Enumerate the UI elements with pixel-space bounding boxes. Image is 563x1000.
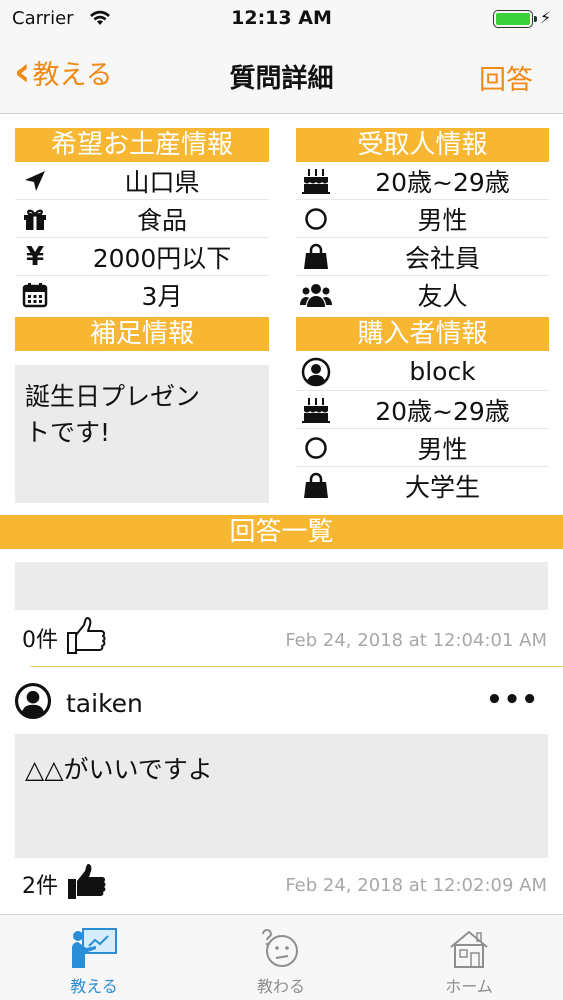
house-icon	[447, 925, 491, 971]
like-count: 0件	[22, 628, 58, 653]
circle-icon	[296, 207, 336, 231]
like-row: 0件	[22, 616, 110, 660]
user-icon	[296, 357, 336, 387]
tab-bar: 教える 教わる ホーム	[0, 914, 563, 1000]
battery-icon	[493, 10, 537, 28]
tab-teach-label: 教える	[70, 977, 118, 996]
teacher-icon	[69, 925, 119, 971]
thumbs-up-filled-icon[interactable]	[66, 862, 110, 906]
tab-learn[interactable]: 教わる	[187, 915, 375, 1000]
supplement-header: 補足情報	[15, 317, 269, 351]
confused-face-icon	[259, 925, 303, 971]
recipient-age: 20歳~29歳	[375, 167, 510, 197]
supplement-text: 誕生日プレゼン トです!	[15, 365, 269, 503]
answer-timestamp: Feb 24, 2018 at 12:04:01 AM	[285, 630, 547, 651]
charging-icon: ⚡	[540, 8, 552, 27]
status-bar: Carrier 12:13 AM ⚡	[0, 0, 563, 38]
gift-row-budget: ¥ 2000円以下	[15, 238, 269, 276]
gift-region: 山口県	[124, 167, 200, 197]
tab-home-label: ホーム	[445, 977, 493, 996]
recipient-row-age: 20歳~29歳	[296, 162, 549, 200]
gift-info-header: 希望お土産情報	[15, 128, 269, 162]
birthday-cake-icon	[296, 396, 336, 424]
answer-author[interactable]: taiken	[14, 682, 143, 724]
supplement-text-line: 誕生日プレゼン	[25, 382, 201, 411]
answer-text: △△がいいですよ	[15, 734, 548, 858]
recipient-row-relation: 友人	[296, 276, 549, 314]
tab-teach[interactable]: 教える	[0, 915, 188, 1000]
gift-budget: 2000円以下	[92, 243, 232, 273]
buyer-gender: 男性	[417, 434, 468, 464]
answers-header: 回答一覧	[0, 515, 563, 549]
recipient-gender: 男性	[417, 205, 468, 235]
recipient-row-gender: 男性	[296, 200, 549, 238]
group-icon	[296, 281, 336, 309]
more-options-button[interactable]: •••	[486, 685, 539, 715]
buyer-row-age: 20歳~29歳	[296, 391, 549, 429]
recipient-info-header: 受取人情報	[296, 128, 549, 162]
circle-icon	[296, 436, 336, 460]
supplement-text-line: トです!	[25, 418, 111, 447]
nav-bar: ‹ 教える 質問詳細 回答	[0, 38, 563, 114]
gift-category: 食品	[136, 205, 187, 235]
answer-button[interactable]: 回答	[479, 58, 533, 97]
buyer-row-gender: 男性	[296, 429, 549, 467]
divider	[30, 666, 563, 667]
gift-month: 3月	[141, 282, 183, 311]
shopping-bag-icon	[296, 472, 336, 500]
status-time: 12:13 AM	[231, 7, 332, 29]
calendar-icon	[15, 282, 55, 308]
recipient-row-occupation: 会社員	[296, 238, 549, 276]
answer-timestamp: Feb 24, 2018 at 12:02:09 AM	[285, 875, 547, 896]
buyer-row-occupation: 大学生	[296, 467, 549, 505]
yen-icon: ¥	[25, 241, 45, 272]
like-count: 2件	[22, 874, 58, 899]
location-arrow-icon	[15, 169, 55, 193]
answer-author-name: taiken	[66, 688, 143, 718]
shopping-bag-icon	[296, 243, 336, 271]
gift-row-category: 食品	[15, 200, 269, 238]
like-row: 2件	[22, 862, 110, 906]
gift-row-month: 3月	[15, 276, 269, 314]
buyer-age: 20歳~29歳	[375, 396, 510, 426]
birthday-cake-icon	[296, 167, 336, 195]
tab-home[interactable]: ホーム	[375, 915, 563, 1000]
thumbs-up-outline-icon[interactable]	[66, 616, 110, 660]
gift-icon	[15, 206, 55, 232]
buyer-name: block	[409, 357, 476, 386]
answer-text	[15, 562, 548, 610]
recipient-occupation: 会社員	[404, 243, 480, 273]
user-avatar-icon	[14, 682, 52, 724]
gift-row-location: 山口県	[15, 162, 269, 200]
buyer-info-header: 購入者情報	[296, 317, 549, 351]
recipient-relation: 友人	[417, 282, 468, 311]
buyer-row-name: block	[296, 353, 549, 391]
tab-learn-label: 教わる	[256, 977, 305, 996]
buyer-occupation: 大学生	[404, 473, 480, 502]
